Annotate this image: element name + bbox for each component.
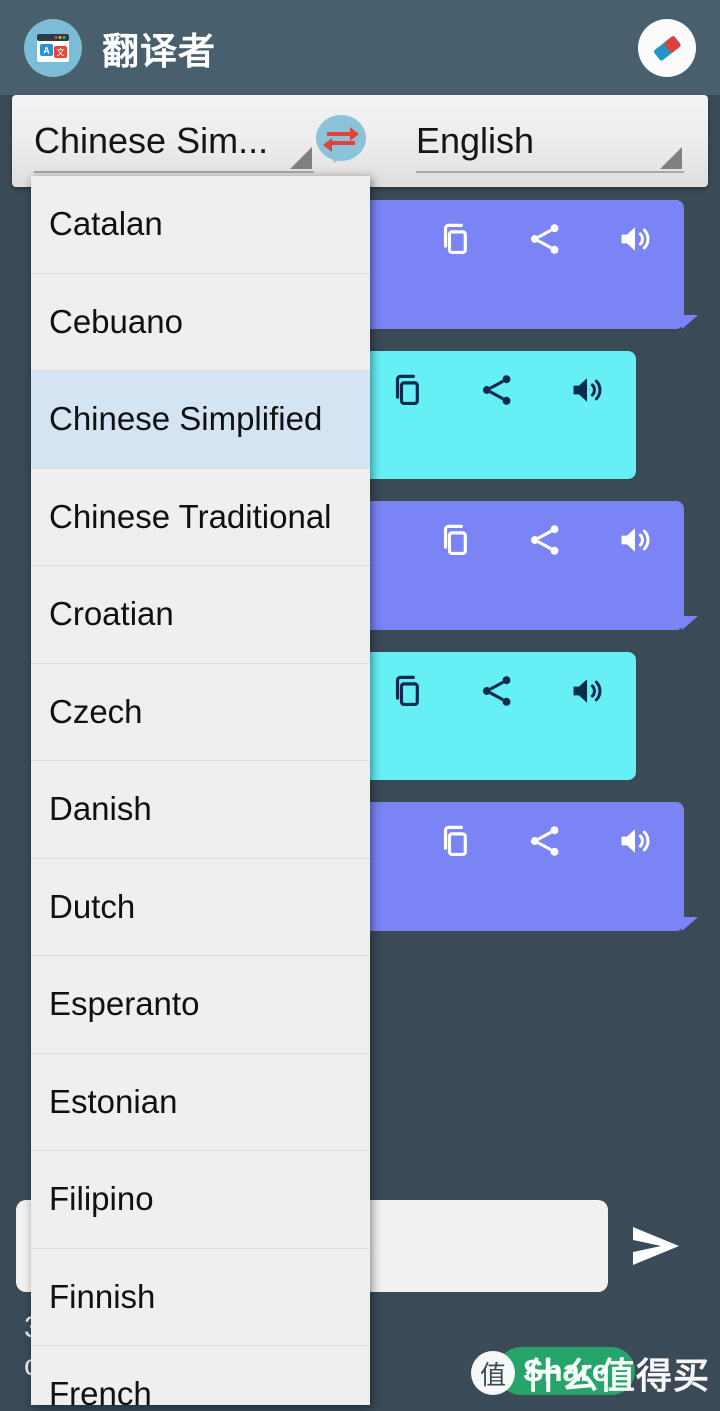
target-dropdown-caret-icon[interactable]	[660, 147, 682, 169]
speaker-icon[interactable]	[616, 521, 654, 559]
translator-app-icon: A 文	[24, 18, 82, 77]
svg-text:A: A	[43, 45, 50, 55]
dropdown-item[interactable]: Croatian	[31, 566, 370, 664]
source-language-spinner[interactable]: Chinese Sim...	[34, 107, 314, 175]
watermark-logo: 值	[470, 1351, 515, 1395]
dropdown-item[interactable]: French	[31, 1346, 370, 1405]
dropdown-item[interactable]: Estonian	[31, 1053, 370, 1151]
send-button[interactable]	[608, 1200, 704, 1292]
copy-icon[interactable]	[436, 220, 474, 258]
dropdown-item[interactable]: Chinese Simplified	[31, 371, 370, 469]
share-icon[interactable]	[526, 822, 564, 860]
watermark-text: 什么值得买	[524, 1355, 710, 1396]
language-dropdown-list[interactable]: Catalan Cebuano Chinese Simplified Chinese …	[31, 176, 370, 1405]
dropdown-item[interactable]: Filipino	[31, 1151, 370, 1249]
dropdown-item[interactable]: Cebuano	[31, 273, 370, 371]
app-title: 翻译者	[102, 30, 216, 72]
share-icon[interactable]	[478, 371, 516, 409]
send-icon	[633, 1227, 679, 1265]
copy-icon[interactable]	[388, 371, 426, 409]
dropdown-item[interactable]: Dutch	[31, 858, 370, 956]
dropdown-item[interactable]: Danish	[31, 761, 370, 859]
swap-languages-button[interactable]	[314, 114, 368, 168]
copy-icon[interactable]	[388, 672, 426, 710]
eraser-icon	[654, 35, 681, 61]
translator-app-screen: A 文 翻译者 Chinese Sim... English ed Share …	[0, 0, 720, 1411]
dropdown-item[interactable]: Chinese Traditional	[31, 468, 370, 566]
swap-languages-icon	[316, 115, 366, 163]
speaker-icon[interactable]	[568, 672, 606, 710]
speaker-icon[interactable]	[568, 371, 606, 409]
source-dropdown-caret-icon[interactable]	[290, 147, 312, 169]
share-icon[interactable]	[526, 521, 564, 559]
speaker-icon[interactable]	[616, 220, 654, 258]
speaker-icon[interactable]	[616, 822, 654, 860]
clear-all-button[interactable]	[638, 18, 696, 77]
dropdown-item[interactable]: Czech	[31, 663, 370, 761]
copy-icon[interactable]	[436, 822, 474, 860]
copy-icon[interactable]	[436, 521, 474, 559]
svg-text:文: 文	[57, 47, 65, 57]
dropdown-item[interactable]: Esperanto	[31, 956, 370, 1054]
dropdown-item[interactable]: Finnish	[31, 1248, 370, 1346]
source-spinner-underline	[34, 171, 314, 173]
share-icon[interactable]	[478, 672, 516, 710]
dropdown-item[interactable]: Catalan	[31, 176, 370, 274]
watermark: 值 什么值得买	[470, 1347, 710, 1399]
language-selector-bar: Chinese Sim... English	[12, 95, 708, 187]
source-language-label: Chinese Sim...	[34, 120, 269, 161]
target-spinner-underline	[416, 171, 684, 173]
app-header: A 文 翻译者	[0, 0, 720, 95]
target-language-spinner[interactable]: English	[416, 107, 684, 175]
target-language-label: English	[416, 120, 535, 161]
share-icon[interactable]	[526, 220, 564, 258]
